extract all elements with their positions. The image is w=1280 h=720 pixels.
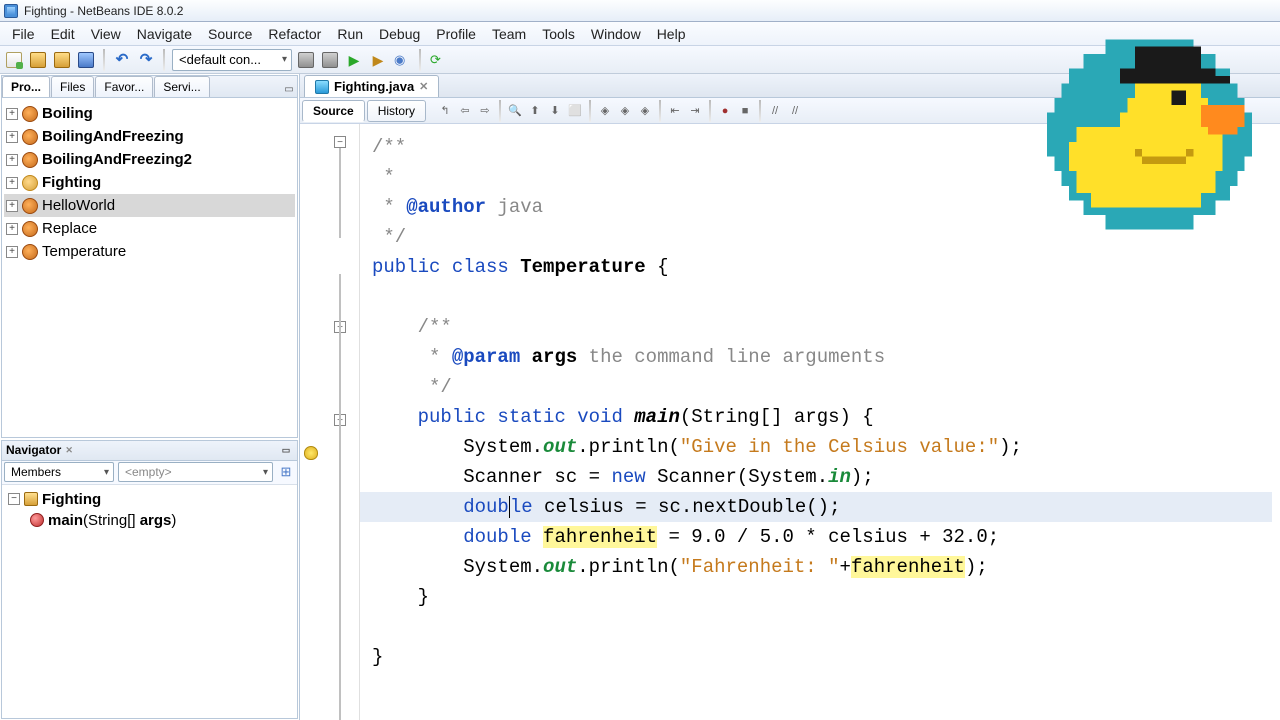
- clean-build-icon[interactable]: [320, 50, 340, 70]
- expand-icon[interactable]: +: [6, 223, 18, 235]
- filter-icon[interactable]: ⊞: [277, 463, 295, 481]
- project-icon: [22, 129, 38, 145]
- macro-record-icon[interactable]: ●: [716, 102, 734, 120]
- projects-panel: Pro... Files Favor... Servi... ▭ +Boilin…: [1, 75, 298, 438]
- save-all-icon[interactable]: [76, 50, 96, 70]
- menu-tools[interactable]: Tools: [534, 23, 583, 45]
- menu-view[interactable]: View: [83, 23, 129, 45]
- project-node[interactable]: +Boiling: [4, 102, 295, 125]
- new-file-icon[interactable]: [4, 50, 24, 70]
- members-dropdown[interactable]: Members: [4, 462, 114, 482]
- minimize-panel-icon[interactable]: ▭: [279, 443, 293, 457]
- project-node-selected[interactable]: +HelloWorld: [4, 194, 295, 217]
- toolbar-separator: [103, 49, 105, 71]
- find-prev-icon[interactable]: ⬆: [526, 102, 544, 120]
- next-bookmark-icon[interactable]: ◈: [616, 102, 634, 120]
- last-edit-icon[interactable]: ↰: [436, 102, 454, 120]
- project-node[interactable]: +Temperature: [4, 240, 295, 263]
- project-node[interactable]: +BoilingAndFreezing2: [4, 148, 295, 171]
- run-icon[interactable]: ▶: [344, 50, 364, 70]
- debug-icon[interactable]: ▶: [368, 50, 388, 70]
- menu-edit[interactable]: Edit: [43, 23, 83, 45]
- project-icon: [22, 152, 38, 168]
- attach-debugger-icon[interactable]: ⟳: [428, 50, 448, 70]
- menu-help[interactable]: Help: [649, 23, 694, 45]
- build-icon[interactable]: [296, 50, 316, 70]
- editor-tab-fighting[interactable]: Fighting.java ✕: [304, 75, 439, 97]
- method-icon: [30, 513, 44, 527]
- tab-files[interactable]: Files: [51, 76, 94, 97]
- prev-bookmark-icon[interactable]: ◈: [596, 102, 614, 120]
- tab-services[interactable]: Servi...: [154, 76, 209, 97]
- app-icon: [4, 4, 18, 18]
- menu-run[interactable]: Run: [329, 23, 371, 45]
- method-node[interactable]: main(String[] args): [6, 510, 293, 531]
- shift-left-icon[interactable]: ⇤: [666, 102, 684, 120]
- navigator-panel: Navigator ✕ ▭ Members <empty> ⊞ − Fighting…: [1, 440, 298, 719]
- tab-favorites[interactable]: Favor...: [95, 76, 153, 97]
- undo-icon[interactable]: ↶: [112, 50, 132, 70]
- project-node[interactable]: +BoilingAndFreezing: [4, 125, 295, 148]
- project-icon: [22, 106, 38, 122]
- expand-icon[interactable]: +: [6, 131, 18, 143]
- source-view-tab[interactable]: Source: [302, 100, 365, 122]
- config-dropdown[interactable]: <default con...: [172, 49, 292, 71]
- lightbulb-icon[interactable]: [304, 446, 318, 460]
- fold-icon[interactable]: −: [334, 136, 346, 148]
- java-file-icon: [315, 80, 329, 94]
- project-icon: [22, 244, 38, 260]
- menu-debug[interactable]: Debug: [371, 23, 428, 45]
- menu-team[interactable]: Team: [484, 23, 534, 45]
- find-selection-icon[interactable]: 🔍: [506, 102, 524, 120]
- expand-icon[interactable]: +: [6, 200, 18, 212]
- project-icon: [22, 198, 38, 214]
- project-icon: [22, 221, 38, 237]
- class-icon: [24, 492, 38, 506]
- duck-logo: [1037, 32, 1262, 237]
- open-project-icon[interactable]: [52, 50, 72, 70]
- project-icon: [22, 175, 38, 191]
- macro-stop-icon[interactable]: ■: [736, 102, 754, 120]
- toggle-highlight-icon[interactable]: ⬜: [566, 102, 584, 120]
- expand-icon[interactable]: +: [6, 246, 18, 258]
- toolbar-separator: [163, 49, 165, 71]
- projects-tree[interactable]: +Boiling +BoilingAndFreezing +BoilingAnd…: [2, 98, 297, 437]
- navigator-tree[interactable]: − Fighting main(String[] args): [2, 485, 297, 718]
- close-tab-icon[interactable]: ✕: [419, 80, 428, 93]
- tab-projects[interactable]: Pro...: [2, 76, 50, 97]
- menu-navigate[interactable]: Navigate: [129, 23, 200, 45]
- expand-icon[interactable]: +: [6, 108, 18, 120]
- new-project-icon[interactable]: [28, 50, 48, 70]
- toggle-bookmark-icon[interactable]: ◈: [636, 102, 654, 120]
- gutter[interactable]: − − −: [300, 124, 360, 720]
- class-node[interactable]: − Fighting: [6, 489, 293, 510]
- uncomment-icon[interactable]: //: [786, 102, 804, 120]
- back-icon[interactable]: ⇦: [456, 102, 474, 120]
- menu-profile[interactable]: Profile: [428, 23, 484, 45]
- window-title: Fighting - NetBeans IDE 8.0.2: [24, 4, 183, 18]
- menu-refactor[interactable]: Refactor: [260, 23, 329, 45]
- close-icon[interactable]: ✕: [65, 445, 73, 456]
- redo-icon[interactable]: ↷: [136, 50, 156, 70]
- profile-icon[interactable]: ◉: [392, 50, 412, 70]
- comment-icon[interactable]: //: [766, 102, 784, 120]
- menu-window[interactable]: Window: [583, 23, 649, 45]
- project-node[interactable]: +Fighting: [4, 171, 295, 194]
- collapse-icon[interactable]: −: [8, 493, 20, 505]
- forward-icon[interactable]: ⇨: [476, 102, 494, 120]
- project-node[interactable]: +Replace: [4, 217, 295, 240]
- toolbar-separator: [419, 49, 421, 71]
- history-view-tab[interactable]: History: [367, 100, 426, 122]
- window-titlebar: Fighting - NetBeans IDE 8.0.2: [0, 0, 1280, 22]
- expand-icon[interactable]: +: [6, 177, 18, 189]
- filter-dropdown[interactable]: <empty>: [118, 462, 273, 482]
- shift-right-icon[interactable]: ⇥: [686, 102, 704, 120]
- expand-icon[interactable]: +: [6, 154, 18, 166]
- navigator-title: Navigator: [6, 443, 61, 457]
- menu-file[interactable]: File: [4, 23, 43, 45]
- minimize-panel-icon[interactable]: ▭: [281, 81, 297, 97]
- find-next-icon[interactable]: ⬇: [546, 102, 564, 120]
- menu-source[interactable]: Source: [200, 23, 260, 45]
